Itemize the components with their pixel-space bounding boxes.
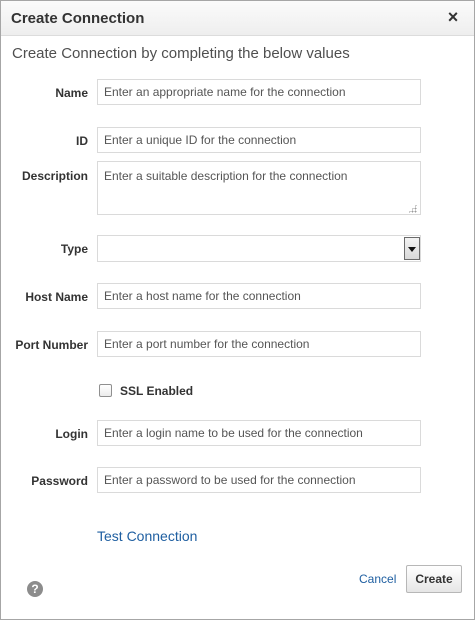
- dialog-titlebar: Create Connection ×: [1, 1, 474, 36]
- name-input[interactable]: [97, 79, 421, 105]
- password-label: Password: [31, 474, 88, 488]
- create-connection-dialog: Create Connection × Create Connection by…: [0, 0, 475, 620]
- test-connection-link[interactable]: Test Connection: [97, 528, 197, 544]
- id-label: ID: [76, 134, 88, 148]
- login-label: Login: [55, 427, 88, 441]
- host-name-label: Host Name: [25, 290, 88, 304]
- dialog-subtitle: Create Connection by completing the belo…: [12, 45, 350, 62]
- dialog-title: Create Connection: [11, 10, 145, 27]
- create-button[interactable]: Create: [406, 565, 462, 593]
- ssl-enabled-checkbox[interactable]: [99, 384, 112, 397]
- login-input[interactable]: [97, 420, 421, 446]
- port-number-input[interactable]: [97, 331, 421, 357]
- description-textarea[interactable]: [97, 161, 421, 215]
- help-icon[interactable]: ?: [27, 581, 43, 597]
- password-input[interactable]: [97, 467, 421, 493]
- ssl-enabled-label[interactable]: SSL Enabled: [120, 384, 193, 398]
- host-name-input[interactable]: [97, 283, 421, 309]
- name-label: Name: [55, 86, 88, 100]
- id-input[interactable]: [97, 127, 421, 153]
- chevron-down-icon[interactable]: [404, 237, 420, 260]
- port-number-label: Port Number: [15, 338, 88, 352]
- close-icon[interactable]: ×: [444, 7, 462, 27]
- cancel-button[interactable]: Cancel: [359, 572, 396, 586]
- description-label: Description: [21, 169, 88, 183]
- type-select[interactable]: [97, 235, 421, 262]
- type-label: Type: [60, 242, 88, 256]
